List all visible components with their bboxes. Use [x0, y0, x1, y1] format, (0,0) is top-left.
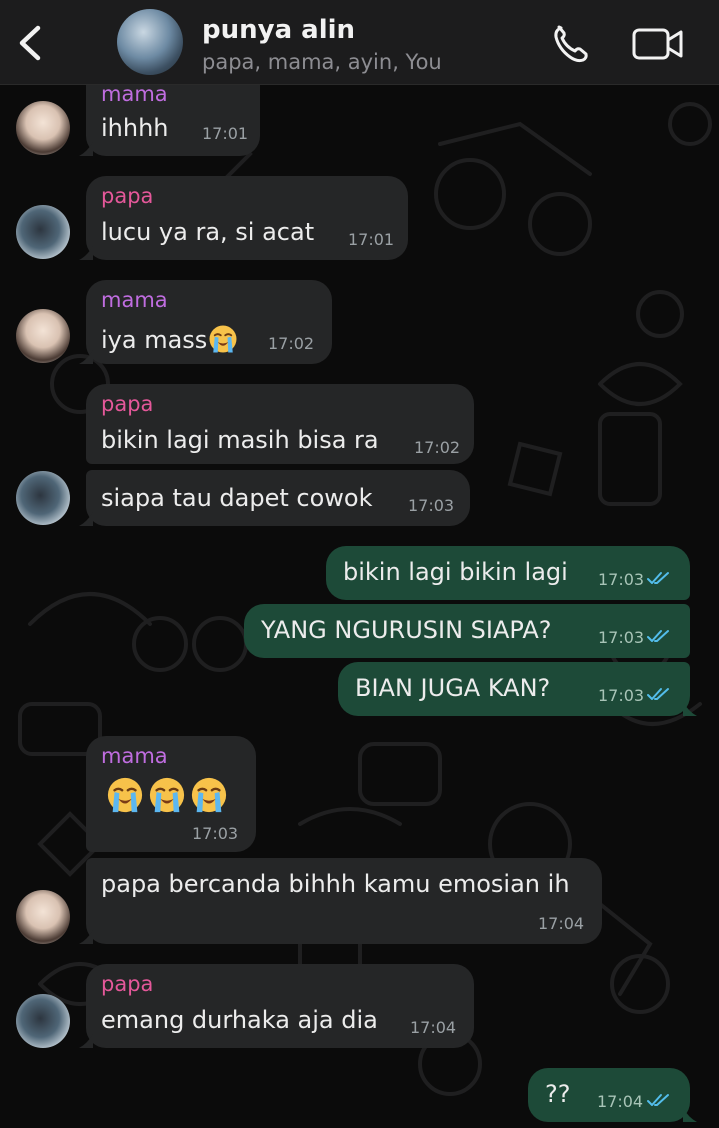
papa-avatar[interactable] [16, 471, 70, 525]
message-time: 17:02 [414, 438, 461, 457]
message-bubble-outgoing[interactable]: YANG NGURUSIN SIAPA? 17:03 [244, 604, 690, 658]
back-chevron-icon[interactable] [16, 24, 46, 62]
message-bubble[interactable]: papa lucu ya ra, si acat 17:01 [79, 176, 408, 260]
group-title[interactable]: punya alin [202, 15, 355, 45]
message-time: 17:03 [408, 496, 455, 515]
emoji-row [106, 776, 232, 814]
message-time: 17:01 [202, 124, 249, 143]
message-text: ?? [545, 1080, 571, 1108]
papa-avatar[interactable] [16, 205, 70, 259]
message-bubble[interactable]: papa emang durhaka aja dia 17:04 [79, 964, 474, 1048]
mama-avatar[interactable] [16, 890, 70, 944]
sender-name: mama [101, 82, 168, 106]
mama-avatar[interactable] [16, 309, 70, 363]
message-bubble[interactable]: mama iya mass 17:02 [79, 280, 332, 364]
message-bubble[interactable]: papa bercanda bihhh kamu emosian ih 17:0… [79, 858, 602, 944]
message-time: 17:02 [268, 334, 315, 353]
message-bubble-outgoing[interactable]: bikin lagi bikin lagi 17:03 [326, 546, 690, 600]
video-camera-icon[interactable] [632, 27, 684, 61]
message-time: 17:04 [597, 1092, 644, 1111]
message-text: emang durhaka aja dia [101, 1006, 378, 1034]
message-text: YANG NGURUSIN SIAPA? [261, 616, 552, 644]
message-bubble[interactable]: mama 17:03 [86, 736, 256, 852]
message-text: siapa tau dapet cowok [101, 484, 373, 512]
message-text-content: iya mass [101, 326, 208, 354]
message-bubble[interactable]: papa bikin lagi masih bisa ra 17:02 [86, 384, 474, 464]
loudly-crying-face-icon [209, 325, 237, 353]
message-text: bikin lagi masih bisa ra [101, 426, 379, 454]
mama-avatar[interactable] [16, 101, 70, 155]
message-time: 17:04 [538, 914, 585, 933]
sender-name: papa [101, 392, 154, 416]
loudly-crying-face-icon [107, 777, 143, 813]
message-time: 17:04 [410, 1018, 457, 1037]
message-time: 17:03 [192, 824, 239, 843]
chat-header: punya alin papa, mama, ayin, You [0, 0, 719, 85]
group-members[interactable]: papa, mama, ayin, You [202, 50, 442, 74]
message-text: BIAN JUGA KAN? [355, 674, 551, 702]
message-time: 17:03 [598, 686, 645, 705]
message-time: 17:03 [598, 628, 645, 647]
message-bubble-outgoing[interactable]: BIAN JUGA KAN? 17:03 [338, 662, 697, 716]
message-time: 17:03 [598, 570, 645, 589]
papa-avatar[interactable] [16, 994, 70, 1048]
group-avatar[interactable] [117, 9, 183, 75]
message-time: 17:01 [348, 230, 395, 249]
sender-name: papa [101, 184, 154, 208]
read-ticks-icon [647, 688, 669, 700]
message-bubble-outgoing[interactable]: ?? 17:04 [528, 1068, 697, 1122]
message-bubble[interactable]: siapa tau dapet cowok 17:03 [79, 470, 470, 526]
message-text: ihhhh [101, 114, 169, 142]
read-ticks-icon [647, 630, 669, 642]
loudly-crying-face-icon [149, 777, 185, 813]
phone-icon[interactable] [552, 24, 592, 64]
sender-name: mama [101, 744, 168, 768]
loudly-crying-face-icon [191, 777, 227, 813]
message-text: papa bercanda bihhh kamu emosian ih [101, 870, 570, 898]
sender-name: mama [101, 288, 168, 312]
message-text: lucu ya ra, si acat [101, 218, 315, 246]
read-ticks-icon [647, 572, 669, 584]
read-ticks-icon [647, 1094, 669, 1106]
message-text: iya mass [101, 324, 242, 354]
message-text: bikin lagi bikin lagi [343, 558, 568, 586]
sender-name: papa [101, 972, 154, 996]
